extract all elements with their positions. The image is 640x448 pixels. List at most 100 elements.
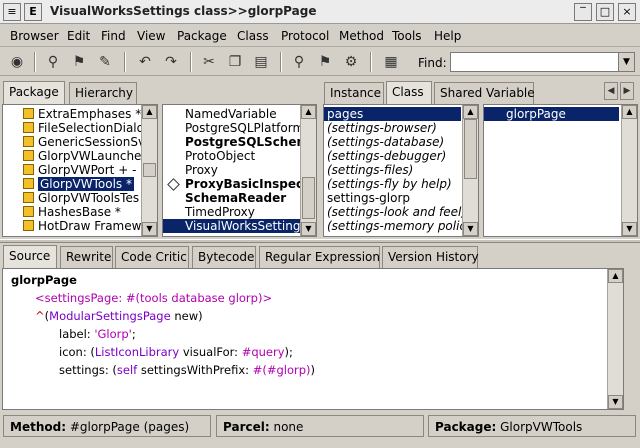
menu-tools[interactable]: Tools	[392, 29, 422, 43]
list-item[interactable]: GenericSessionSv	[3, 135, 145, 149]
tab-rewrite[interactable]: Rewrite	[60, 246, 113, 268]
implementors-icon[interactable]: ✎	[94, 51, 116, 73]
scroll-down-icon[interactable]: ▼	[463, 222, 478, 236]
undo-icon[interactable]: ↶	[134, 51, 156, 73]
window-menu-icon[interactable]: ≡	[3, 3, 21, 21]
e-icon[interactable]: E	[24, 3, 42, 21]
code-line-pragma: <settingsPage: #(tools database glorp)>	[35, 291, 273, 305]
list-item[interactable]: PostgreSQLPlatform	[185, 121, 304, 135]
package-scrollbar[interactable]: ▲ ▼	[141, 105, 157, 236]
senders-icon[interactable]: ⚑	[68, 51, 90, 73]
scroll-thumb[interactable]	[302, 177, 315, 219]
binoculars-icon[interactable]: ⚲	[42, 51, 64, 73]
redo-icon[interactable]: ↷	[160, 51, 182, 73]
method-list[interactable]: glorpPage ▲ ▼	[483, 104, 638, 237]
minimize-icon[interactable]: ‾	[574, 3, 592, 21]
scroll-up-icon[interactable]: ▲	[142, 105, 157, 119]
tab-scroll-left-icon[interactable]: ◀	[604, 82, 618, 100]
search-senders-icon[interactable]: ⚑	[314, 51, 336, 73]
scroll-up-icon[interactable]: ▲	[622, 105, 637, 119]
scroll-down-icon[interactable]: ▼	[301, 222, 316, 236]
code-scrollbar[interactable]: ▲ ▼	[607, 269, 623, 409]
menu-help[interactable]: Help	[434, 29, 461, 43]
tab-code-critic[interactable]: Code Critic	[115, 246, 189, 268]
menu-edit[interactable]: Edit	[67, 29, 90, 43]
scroll-down-icon[interactable]: ▼	[622, 222, 637, 236]
list-item[interactable]: SchemaReader	[185, 191, 286, 205]
tab-source[interactable]: Source	[3, 245, 57, 269]
tab-hierarchy[interactable]: Hierarchy	[69, 82, 137, 104]
method-scrollbar[interactable]: ▲ ▼	[621, 105, 637, 236]
menu-browser[interactable]: Browser	[10, 29, 59, 43]
list-item-selected[interactable]: glorpPage	[484, 107, 619, 121]
tab-shared-variable[interactable]: Shared Variable	[434, 82, 535, 104]
list-item[interactable]: settings-glorp	[324, 191, 410, 205]
scroll-up-icon[interactable]: ▲	[608, 269, 623, 283]
tab-bytecode[interactable]: Bytecode	[192, 246, 256, 268]
tab-class[interactable]: Class	[386, 81, 432, 105]
list-item-selected[interactable]: GlorpVWTools *	[23, 177, 134, 191]
class-list[interactable]: NamedVariable PostgreSQLPlatform Postgre…	[162, 104, 317, 237]
package-icon	[23, 164, 34, 175]
list-item[interactable]: GlorpVWLaunche	[3, 149, 141, 163]
list-item[interactable]: (settings-fly by help)	[324, 177, 452, 191]
maximize-icon[interactable]: □	[596, 3, 614, 21]
menu-method[interactable]: Method	[339, 29, 384, 43]
scroll-down-icon[interactable]: ▼	[142, 222, 157, 236]
cut-icon[interactable]: ✂	[198, 51, 220, 73]
list-item[interactable]: PostgreSQLSchem	[185, 135, 309, 149]
scroll-thumb[interactable]	[143, 163, 156, 177]
menu-class[interactable]: Class	[237, 29, 269, 43]
scroll-up-icon[interactable]: ▲	[301, 105, 316, 119]
protocol-scrollbar[interactable]: ▲ ▼	[462, 105, 478, 236]
chevron-down-icon[interactable]: ▼	[618, 53, 634, 71]
list-item[interactable]: TimedProxy	[185, 205, 255, 219]
list-item[interactable]: (settings-database)	[324, 135, 444, 149]
list-item[interactable]: NamedVariable	[185, 107, 277, 121]
list-item[interactable]: FileSelectionDialo	[3, 121, 144, 135]
list-item[interactable]: (settings-look and feel)	[324, 205, 466, 219]
list-item-selected[interactable]: pages	[324, 107, 461, 121]
list-item[interactable]: (settings-browser)	[324, 121, 437, 135]
protocol-list[interactable]: pages (settings-browser) (settings-datab…	[323, 104, 479, 237]
tab-package[interactable]: Package	[3, 81, 65, 105]
list-item[interactable]: GlorpVWToolsTes	[3, 191, 139, 205]
list-item[interactable]: ProxyBasicInspecto	[185, 177, 316, 191]
list-item[interactable]: HashesBase *	[3, 205, 121, 219]
scroll-up-icon[interactable]: ▲	[463, 105, 478, 119]
list-item[interactable]: ExtraEmphases *	[3, 107, 141, 121]
close-icon[interactable]: ×	[618, 3, 636, 21]
right-tab-bar: Instance Class Shared Variable ◀ ▶	[324, 81, 640, 105]
window-title: VisualWorksSettings class>>glorpPage	[50, 4, 317, 18]
tab-instance[interactable]: Instance	[324, 82, 384, 104]
list-item[interactable]: (settings-files)	[324, 163, 413, 177]
copy-icon[interactable]: ❐	[224, 51, 246, 73]
list-item-selected[interactable]: VisualWorksSettings	[163, 219, 307, 233]
pane-splitter[interactable]	[0, 239, 640, 243]
menu-protocol[interactable]: Protocol	[281, 29, 329, 43]
class-scrollbar[interactable]: ▲ ▼	[300, 105, 316, 236]
browse-icon[interactable]: ◉	[6, 51, 28, 73]
menu-package[interactable]: Package	[177, 29, 227, 43]
list-item[interactable]: (settings-debugger)	[324, 149, 446, 163]
list-item[interactable]: (settings-memory policy)	[324, 219, 478, 233]
code-editor[interactable]: glorpPage <settingsPage: #(tools databas…	[2, 268, 624, 410]
paste-icon[interactable]: ▤	[250, 51, 272, 73]
scroll-thumb[interactable]	[464, 119, 477, 179]
find-label: Find:	[418, 56, 447, 70]
list-item[interactable]: ProtoObject	[185, 149, 255, 163]
tab-scroll-right-icon[interactable]: ▶	[620, 82, 634, 100]
menu-find[interactable]: Find	[101, 29, 126, 43]
list-item[interactable]: GlorpVWPort + -	[3, 163, 136, 177]
package-list[interactable]: ExtraEmphases * FileSelectionDialo Gener…	[2, 104, 158, 237]
tab-version-history[interactable]: Version History	[382, 246, 479, 268]
tab-regular-expression[interactable]: Regular Expression	[259, 246, 380, 268]
menu-view[interactable]: View	[137, 29, 165, 43]
run-tests-icon[interactable]: ▦	[380, 51, 402, 73]
scroll-down-icon[interactable]: ▼	[608, 395, 623, 409]
find-input[interactable]: ▼	[450, 52, 635, 72]
search-refs-icon[interactable]: ⚙	[340, 51, 362, 73]
list-item[interactable]: Proxy	[185, 163, 218, 177]
list-item[interactable]: HotDraw Framewo	[3, 219, 149, 233]
search-icon[interactable]: ⚲	[288, 51, 310, 73]
